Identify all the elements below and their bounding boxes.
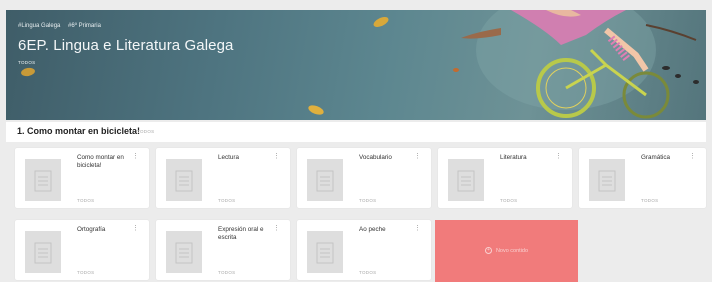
document-icon <box>166 159 202 201</box>
course-title: 6EP. Lingua e Literatura Galega <box>18 37 234 54</box>
card-audience: TODOS <box>77 198 95 203</box>
card-title[interactable]: Como montar en bicicleta! <box>77 154 131 170</box>
section-audience: TODOS <box>137 129 155 134</box>
banner-illustration <box>21 10 699 119</box>
card-audience: TODOS <box>359 270 377 275</box>
more-vert-icon[interactable]: ⋮ <box>273 225 280 232</box>
section-title[interactable]: 1. Como montar en bicicleta! <box>17 126 140 136</box>
card-title[interactable]: Gramática <box>641 154 695 162</box>
more-vert-icon[interactable]: ⋮ <box>132 225 139 232</box>
document-icon <box>448 159 484 201</box>
new-content-label: Novo contido <box>495 247 529 254</box>
course-audience: TODOS <box>18 60 36 65</box>
document-icon <box>307 231 343 273</box>
section-header: 1. Como montar en bicicleta! TODOS <box>6 122 706 142</box>
document-icon <box>25 231 61 273</box>
content-card[interactable]: Vocabulario ⋮ TODOS <box>297 148 431 208</box>
more-vert-icon[interactable]: ⋮ <box>689 153 696 160</box>
more-vert-icon[interactable]: ⋮ <box>273 153 280 160</box>
tag-6-primaria[interactable]: #6º Primaria <box>68 23 101 29</box>
card-audience: TODOS <box>359 198 377 203</box>
card-audience: TODOS <box>641 198 659 203</box>
more-vert-icon[interactable]: ⋮ <box>414 153 421 160</box>
new-content-button[interactable]: + Novo contido <box>435 220 578 282</box>
content-card[interactable]: Literatura ⋮ TODOS <box>438 148 572 208</box>
card-title[interactable]: Literatura <box>500 154 554 162</box>
card-title[interactable]: Ortografía <box>77 226 131 234</box>
card-audience: TODOS <box>218 270 236 275</box>
content-card[interactable]: Gramática ⋮ TODOS <box>579 148 706 208</box>
card-audience: TODOS <box>77 270 95 275</box>
content-card[interactable]: Ortografía ⋮ TODOS <box>15 220 149 280</box>
content-card[interactable]: Ao peche ⋮ TODOS <box>297 220 431 280</box>
plus-circle-icon: + <box>484 247 492 254</box>
course-banner: #Lingua Galega #6º Primaria 6EP. Lingua … <box>6 10 706 120</box>
more-vert-icon[interactable]: ⋮ <box>555 153 562 160</box>
card-audience: TODOS <box>218 198 236 203</box>
more-vert-icon[interactable]: ⋮ <box>132 153 139 160</box>
card-title[interactable]: Ao peche <box>359 226 413 234</box>
document-icon <box>25 159 61 201</box>
card-title[interactable]: Vocabulario <box>359 154 413 162</box>
card-title[interactable]: Expresión oral e escrita <box>218 226 272 242</box>
document-icon <box>589 159 625 201</box>
content-card[interactable]: Como montar en bicicleta! ⋮ TODOS <box>15 148 149 208</box>
card-title[interactable]: Lectura <box>218 154 272 162</box>
tag-lingua-galega[interactable]: #Lingua Galega <box>18 23 60 29</box>
banner-tags: #Lingua Galega #6º Primaria <box>18 23 107 29</box>
document-icon <box>166 231 202 273</box>
card-audience: TODOS <box>500 198 518 203</box>
more-vert-icon[interactable]: ⋮ <box>414 225 421 232</box>
content-card[interactable]: Expresión oral e escrita ⋮ TODOS <box>156 220 290 280</box>
document-icon <box>307 159 343 201</box>
content-card[interactable]: Lectura ⋮ TODOS <box>156 148 290 208</box>
